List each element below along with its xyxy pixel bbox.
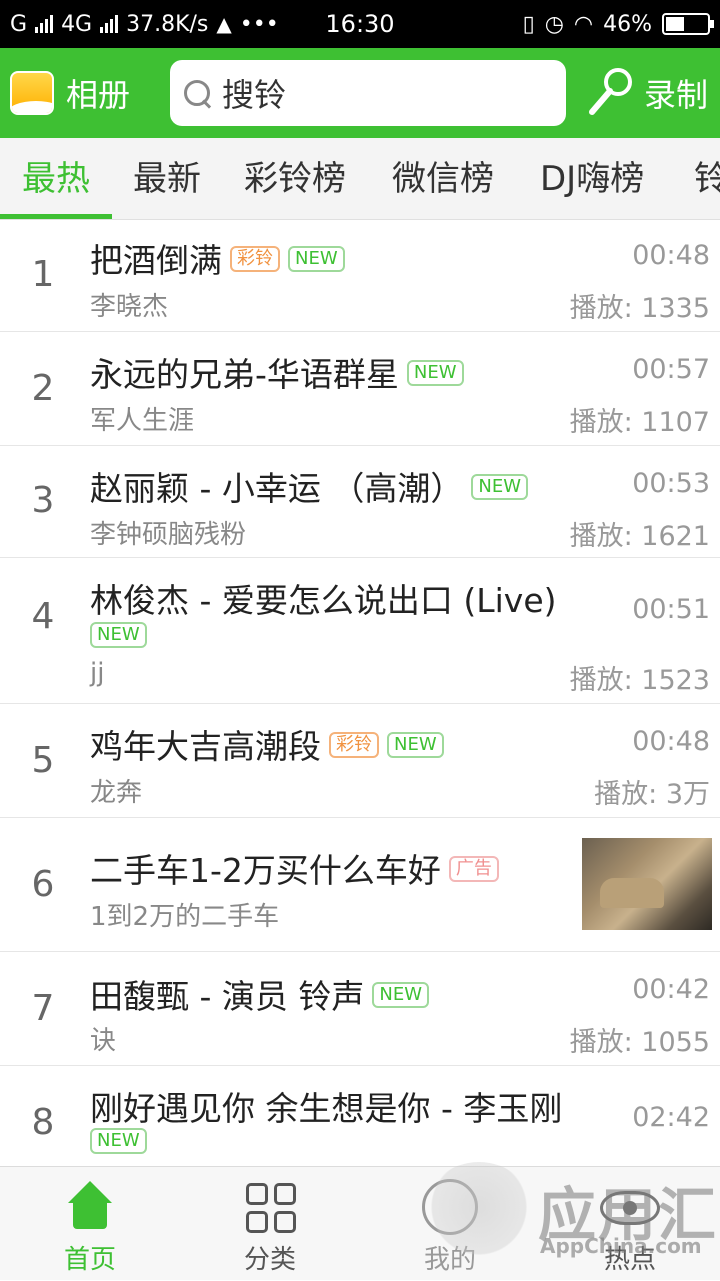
- song-title-text: 田馥甄 - 演员 铃声: [90, 977, 365, 1016]
- song-duration: 00:48: [632, 240, 710, 271]
- song-title: 永远的兄弟-华语群星 NEW: [90, 348, 464, 396]
- tab-more[interactable]: 铃: [694, 138, 720, 219]
- rank-number: 3: [31, 480, 55, 521]
- ad-badge: 广告: [448, 855, 499, 882]
- album-button[interactable]: 相册: [10, 70, 130, 116]
- user-icon: [422, 1179, 478, 1235]
- nav-mine[interactable]: 我的: [360, 1167, 540, 1281]
- song-badges: NEW: [90, 1128, 147, 1154]
- search-placeholder: 搜铃: [222, 76, 287, 114]
- song-artist: 龙奔: [90, 778, 143, 808]
- cailing-badge: 彩铃: [230, 245, 280, 272]
- song-duration: 00:53: [632, 468, 710, 499]
- rank-number: 1: [31, 254, 55, 295]
- record-button[interactable]: 录制: [586, 66, 708, 120]
- list-item[interactable]: 7 田馥甄 - 演员 铃声 NEW 诀 00:42 播放: 1055: [0, 952, 720, 1066]
- album-icon: [10, 71, 54, 115]
- bottom-nav: 首页 分类 我的 热点: [0, 1166, 720, 1280]
- play-count: 播放: 1335: [569, 293, 710, 324]
- list-item[interactable]: 4 林俊杰 - 爱要怎么说出口 (Live) NEW jj 00:51 播放: …: [0, 558, 720, 704]
- category-tabs: 最热 最新 彩铃榜 微信榜 DJ嗨榜 铃: [0, 138, 720, 220]
- rank-number: 2: [31, 368, 55, 409]
- nav-home-label: 首页: [63, 1245, 116, 1275]
- play-count: 播放: 1523: [569, 665, 710, 696]
- new-badge: NEW: [471, 473, 529, 500]
- nav-hot-label: 热点: [603, 1245, 656, 1275]
- song-title-text: 赵丽颖 - 小幸运 （高潮）: [90, 469, 464, 508]
- play-count: 播放: 1621: [569, 521, 710, 552]
- tab-dj-chart[interactable]: DJ嗨榜: [540, 138, 644, 219]
- nav-hot[interactable]: 热点: [540, 1167, 720, 1281]
- rank-number: 8: [31, 1102, 55, 1143]
- song-artist: 李晓杰: [90, 292, 169, 322]
- song-title-text: 永远的兄弟-华语群星: [90, 355, 399, 394]
- song-title-text: 把酒倒满: [90, 241, 222, 280]
- nav-home[interactable]: 首页: [0, 1167, 180, 1281]
- rank-number: 4: [31, 596, 55, 637]
- tab-newest[interactable]: 最新: [133, 138, 201, 219]
- song-title: 鸡年大吉高潮段 彩铃 NEW: [90, 720, 444, 768]
- play-count: 播放: 1107: [569, 407, 710, 438]
- song-duration: 00:57: [632, 354, 710, 385]
- song-title-text: 鸡年大吉高潮段: [90, 727, 321, 766]
- eye-icon: [600, 1191, 660, 1225]
- list-item[interactable]: 8 刚好遇见你 余生想是你 - 李玉刚 NEW 02:42: [0, 1066, 720, 1166]
- nav-category[interactable]: 分类: [180, 1167, 360, 1281]
- record-label: 录制: [644, 76, 709, 114]
- song-title: 林俊杰 - 爱要怎么说出口 (Live): [90, 581, 557, 620]
- tab-wechat-chart[interactable]: 微信榜: [392, 138, 494, 219]
- ad-title: 二手车1-2万买什么车好 广告: [90, 844, 499, 892]
- tab-cailing-chart[interactable]: 彩铃榜: [244, 138, 346, 219]
- tab-hottest[interactable]: 最热: [22, 138, 90, 219]
- list-item[interactable]: 1 把酒倒满 彩铃 NEW 李晓杰 00:48 播放: 1335: [0, 220, 720, 332]
- new-badge: NEW: [406, 359, 464, 386]
- new-badge: NEW: [288, 245, 345, 272]
- song-artist: 诀: [90, 1026, 117, 1056]
- cailing-badge: 彩铃: [329, 731, 379, 758]
- nav-category-label: 分类: [243, 1245, 296, 1275]
- grid-icon: [246, 1183, 296, 1233]
- rank-number: 7: [31, 988, 55, 1029]
- status-bar: G 4G 37.8K/s ▲ ••• 16:30 ▯ ◷ ◠ 46%: [0, 0, 720, 48]
- clock: 16:30: [325, 10, 395, 38]
- new-badge: NEW: [372, 981, 430, 1008]
- song-artist: 李钟硕脑残粉: [90, 520, 247, 550]
- search-icon: [182, 78, 212, 108]
- battery-icon: [662, 13, 714, 35]
- song-duration: 00:48: [632, 726, 710, 757]
- new-badge: NEW: [90, 622, 147, 648]
- list-item[interactable]: 5 鸡年大吉高潮段 彩铃 NEW 龙奔 00:48 播放: 3万: [0, 704, 720, 818]
- play-count: 播放: 3万: [594, 779, 710, 810]
- song-title: 把酒倒满 彩铃 NEW: [90, 234, 345, 282]
- list-item[interactable]: 3 赵丽颖 - 小幸运 （高潮） NEW 李钟硕脑残粉 00:53 播放: 162…: [0, 446, 720, 558]
- album-label: 相册: [66, 76, 131, 114]
- new-badge: NEW: [90, 1128, 147, 1154]
- song-duration: 00:51: [632, 594, 710, 625]
- song-badges: NEW: [90, 622, 147, 648]
- ad-subtitle: 1到2万的二手车: [90, 902, 280, 932]
- ad-list-item[interactable]: 6 二手车1-2万买什么车好 广告 1到2万的二手车: [0, 818, 720, 952]
- microphone-icon: [589, 68, 632, 115]
- app-header: 相册 搜铃 录制: [0, 48, 720, 138]
- song-duration: 00:42: [632, 974, 710, 1005]
- ad-thumbnail-image[interactable]: [582, 838, 712, 930]
- song-duration: 02:42: [632, 1102, 710, 1133]
- battery-fill: [666, 17, 684, 31]
- nav-mine-label: 我的: [423, 1245, 476, 1275]
- list-item[interactable]: 2 永远的兄弟-华语群星 NEW 军人生涯 00:57 播放: 1107: [0, 332, 720, 446]
- song-title: 刚好遇见你 余生想是你 - 李玉刚: [90, 1089, 563, 1128]
- rank-number: 5: [31, 740, 55, 781]
- song-title: 田馥甄 - 演员 铃声 NEW: [90, 970, 430, 1018]
- new-badge: NEW: [387, 731, 444, 758]
- song-title: 赵丽颖 - 小幸运 （高潮） NEW: [90, 462, 529, 510]
- song-list: 1 把酒倒满 彩铃 NEW 李晓杰 00:48 播放: 1335 2 永远的兄弟-华…: [0, 220, 720, 1166]
- song-artist: jj: [90, 658, 105, 688]
- song-artist: 军人生涯: [90, 406, 195, 436]
- search-input[interactable]: 搜铃: [170, 60, 566, 126]
- active-tab-indicator: [0, 214, 112, 219]
- ad-title-text: 二手车1-2万买什么车好: [90, 851, 441, 890]
- rank-number: 6: [31, 864, 55, 905]
- home-icon: [66, 1181, 114, 1229]
- play-count: 播放: 1055: [569, 1027, 710, 1058]
